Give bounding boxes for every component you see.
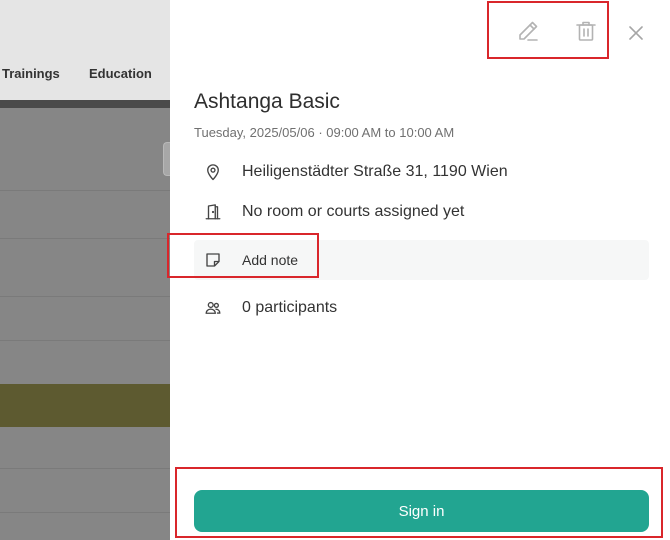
background-row-divider — [0, 512, 170, 513]
location-pin-icon — [201, 160, 225, 184]
event-title: Ashtanga Basic — [194, 90, 340, 113]
background-row-divider — [0, 468, 170, 469]
dimmed-background-page: Trainings Education — [0, 0, 170, 540]
event-datetime: Tuesday, 2025/05/06 · 09:00 AM to 10:00 … — [194, 125, 455, 140]
event-participants: 0 participants — [242, 299, 338, 316]
event-location: Heiligenstädter Straße 31, 1190 Wien — [242, 163, 508, 180]
background-nav-education: Education — [89, 66, 152, 81]
background-event-block — [0, 384, 170, 427]
door-icon — [201, 200, 225, 224]
background-nav-strip — [0, 100, 170, 108]
background-row-divider — [0, 238, 170, 239]
close-button[interactable] — [622, 19, 650, 47]
background-row-divider — [0, 340, 170, 341]
background-row-divider — [0, 296, 170, 297]
highlight-box-actions — [487, 1, 609, 59]
event-room-row: No room or courts assigned yet — [194, 193, 649, 231]
background-row-divider — [0, 190, 170, 191]
event-detail-panel: Ashtanga Basic Tuesday, 2025/05/06 · 09:… — [167, 0, 670, 540]
event-location-row: Heiligenstädter Straße 31, 1190 Wien — [194, 153, 649, 191]
event-room: No room or courts assigned yet — [242, 203, 465, 220]
users-icon — [201, 296, 225, 320]
close-icon — [629, 26, 643, 40]
highlight-box-note — [167, 233, 319, 278]
event-participants-row: 0 participants — [194, 289, 649, 327]
sign-in-button[interactable]: Sign in — [194, 490, 649, 532]
background-nav-trainings: Trainings — [2, 66, 60, 81]
background-header — [0, 0, 170, 100]
